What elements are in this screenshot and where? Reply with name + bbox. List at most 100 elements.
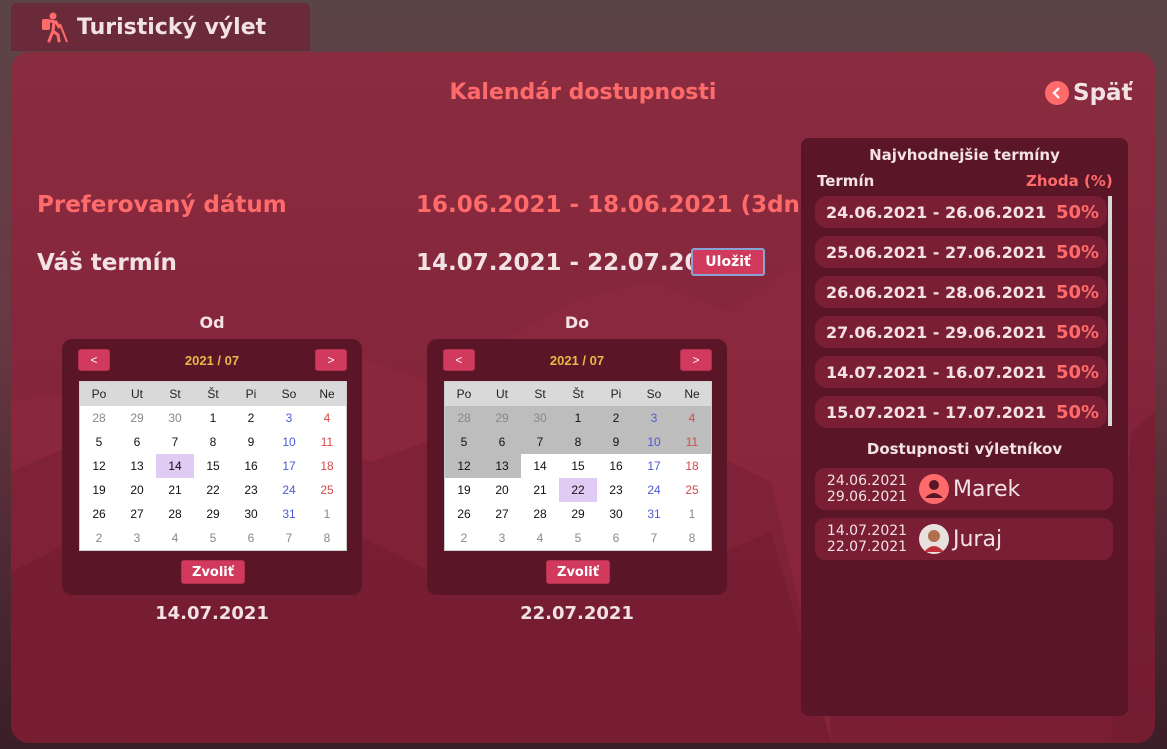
calendar-day[interactable]: 25 [308, 478, 346, 502]
calendar-day[interactable]: 14 [156, 454, 194, 478]
choose-to-button[interactable]: Zvoliť [546, 560, 610, 584]
calendar-day[interactable]: 2 [232, 406, 270, 430]
calendar-day[interactable]: 31 [270, 502, 308, 526]
calendar-day[interactable]: 1 [559, 406, 597, 430]
calendar-day[interactable]: 3 [118, 526, 156, 550]
calendar-day[interactable]: 8 [673, 526, 711, 550]
calendar-day[interactable]: 30 [156, 406, 194, 430]
scrollbar[interactable] [1108, 196, 1112, 426]
calendar-day[interactable]: 19 [445, 478, 483, 502]
calendar-day[interactable]: 2 [445, 526, 483, 550]
calendar-day[interactable]: 10 [270, 430, 308, 454]
calendar-day[interactable]: 29 [559, 502, 597, 526]
choose-from-button[interactable]: Zvoliť [181, 560, 245, 584]
calendar-day[interactable]: 31 [635, 502, 673, 526]
calendar-day[interactable]: 3 [483, 526, 521, 550]
term-row[interactable]: 24.06.2021 - 26.06.2021 50% [815, 196, 1107, 228]
calendar-day[interactable]: 7 [521, 430, 559, 454]
calendar-day[interactable]: 28 [521, 502, 559, 526]
calendar-day[interactable]: 23 [232, 478, 270, 502]
calendar-day[interactable]: 10 [635, 430, 673, 454]
calendar-day[interactable]: 6 [483, 430, 521, 454]
best-terms-list[interactable]: 24.06.2021 - 26.06.2021 50% 25.06.2021 - 2… [815, 196, 1113, 428]
calendar-day[interactable]: 28 [445, 406, 483, 430]
calendar-day[interactable]: 15 [194, 454, 232, 478]
calendar-day[interactable]: 12 [445, 454, 483, 478]
calendar-day[interactable]: 5 [445, 430, 483, 454]
calendar-day[interactable]: 20 [118, 478, 156, 502]
calendar-day[interactable]: 24 [270, 478, 308, 502]
calendar-day[interactable]: 4 [673, 406, 711, 430]
calendar-day[interactable]: 25 [673, 478, 711, 502]
next-month-button[interactable]: > [315, 349, 347, 371]
calendar-day[interactable]: 18 [308, 454, 346, 478]
calendar-day[interactable]: 30 [521, 406, 559, 430]
calendar-day[interactable]: 11 [308, 430, 346, 454]
calendar-day[interactable]: 8 [559, 430, 597, 454]
calendar-day[interactable]: 13 [483, 454, 521, 478]
calendar-day[interactable]: 14 [521, 454, 559, 478]
calendar-day[interactable]: 28 [156, 502, 194, 526]
calendar-day[interactable]: 29 [118, 406, 156, 430]
calendar-day[interactable]: 4 [156, 526, 194, 550]
calendar-day[interactable]: 22 [559, 478, 597, 502]
calendar-day[interactable]: 29 [194, 502, 232, 526]
calendar-day[interactable]: 28 [80, 406, 118, 430]
calendar-day[interactable]: 17 [270, 454, 308, 478]
calendar-day[interactable]: 30 [232, 502, 270, 526]
calendar-day[interactable]: 16 [232, 454, 270, 478]
calendar-day[interactable]: 15 [559, 454, 597, 478]
calendar-day[interactable]: 18 [673, 454, 711, 478]
back-button[interactable]: Späť [1045, 80, 1133, 106]
calendar-day[interactable]: 4 [308, 406, 346, 430]
term-row[interactable]: 27.06.2021 - 29.06.2021 50% [815, 316, 1107, 348]
calendar-day[interactable]: 27 [483, 502, 521, 526]
calendar-day[interactable]: 5 [194, 526, 232, 550]
calendar-day[interactable]: 7 [635, 526, 673, 550]
calendar-day[interactable]: 6 [118, 430, 156, 454]
calendar-day[interactable]: 27 [118, 502, 156, 526]
calendar-day[interactable]: 30 [597, 502, 635, 526]
calendar-day[interactable]: 12 [80, 454, 118, 478]
calendar-day[interactable]: 2 [597, 406, 635, 430]
calendar-day[interactable]: 29 [483, 406, 521, 430]
weekday-header: Po [445, 382, 483, 406]
term-row[interactable]: 14.07.2021 - 16.07.2021 50% [815, 356, 1107, 388]
calendar-day[interactable]: 17 [635, 454, 673, 478]
calendar-day[interactable]: 22 [194, 478, 232, 502]
calendar-day[interactable]: 20 [483, 478, 521, 502]
calendar-day[interactable]: 5 [80, 430, 118, 454]
calendar-day[interactable]: 3 [635, 406, 673, 430]
term-range: 27.06.2021 - 29.06.2021 [826, 322, 1047, 342]
calendar-day[interactable]: 6 [597, 526, 635, 550]
calendar-day[interactable]: 9 [232, 430, 270, 454]
calendar-day[interactable]: 8 [194, 430, 232, 454]
calendar-day[interactable]: 1 [673, 502, 711, 526]
calendar-day[interactable]: 24 [635, 478, 673, 502]
calendar-day[interactable]: 7 [156, 430, 194, 454]
term-row[interactable]: 25.06.2021 - 27.06.2021 50% [815, 236, 1107, 268]
calendar-day[interactable]: 26 [80, 502, 118, 526]
calendar-day[interactable]: 19 [80, 478, 118, 502]
term-row[interactable]: 15.07.2021 - 17.07.2021 50% [815, 396, 1107, 428]
calendar-day[interactable]: 9 [597, 430, 635, 454]
calendar-day[interactable]: 1 [308, 502, 346, 526]
calendar-day[interactable]: 3 [270, 406, 308, 430]
calendar-day[interactable]: 21 [156, 478, 194, 502]
next-month-button[interactable]: > [680, 349, 712, 371]
calendar-day[interactable]: 13 [118, 454, 156, 478]
calendar-day[interactable]: 2 [80, 526, 118, 550]
calendar-day[interactable]: 21 [521, 478, 559, 502]
calendar-day[interactable]: 1 [194, 406, 232, 430]
calendar-day[interactable]: 23 [597, 478, 635, 502]
term-row[interactable]: 26.06.2021 - 28.06.2021 50% [815, 276, 1107, 308]
calendar-day[interactable]: 8 [308, 526, 346, 550]
calendar-day[interactable]: 4 [521, 526, 559, 550]
calendar-day[interactable]: 26 [445, 502, 483, 526]
save-button[interactable]: Uložiť [691, 248, 765, 276]
calendar-day[interactable]: 5 [559, 526, 597, 550]
calendar-day[interactable]: 6 [232, 526, 270, 550]
calendar-day[interactable]: 11 [673, 430, 711, 454]
calendar-day[interactable]: 7 [270, 526, 308, 550]
calendar-day[interactable]: 16 [597, 454, 635, 478]
